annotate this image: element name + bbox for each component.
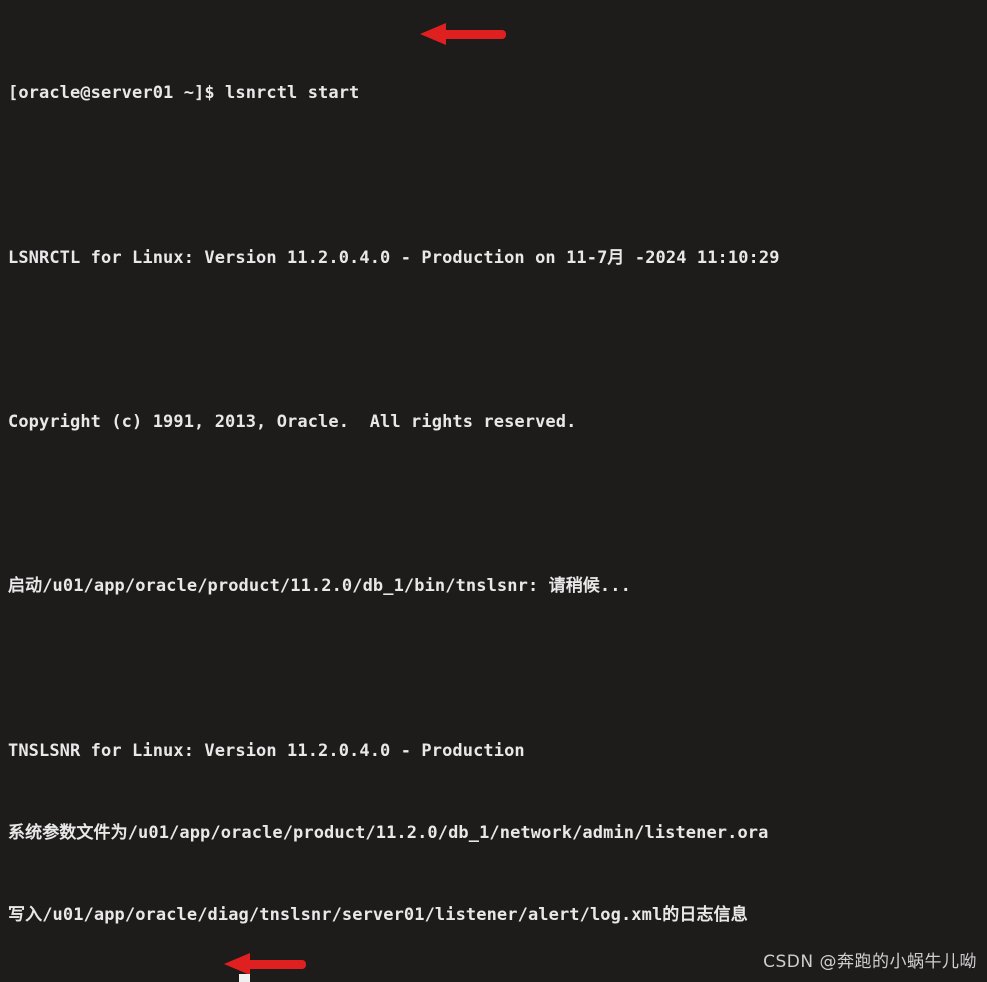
left-arrow-icon-top <box>420 23 506 45</box>
parameter-file-line: 系统参数文件为/u01/app/oracle/product/11.2.0/db… <box>8 823 769 844</box>
tnslsnr-version-line: TNSLSNR for Linux: Version 11.2.0.4.0 - … <box>8 740 525 761</box>
starting-tnslsnr-line: 启动/u01/app/oracle/product/11.2.0/db_1/bi… <box>8 576 631 597</box>
arrow-shaft <box>442 30 506 39</box>
terminal-window[interactable]: [oracle@server01 ~]$ lsnrctl start LSNRC… <box>0 0 987 982</box>
csdn-watermark: CSDN @奔跑的小蜗牛儿呦 <box>763 951 977 972</box>
prompt-line: [oracle@server01 ~]$ lsnrctl start <box>8 83 360 104</box>
arrow-shaft <box>246 960 306 969</box>
block-cursor <box>239 974 250 982</box>
banner-version-line: LSNRCTL for Linux: Version 11.2.0.4.0 - … <box>8 247 780 268</box>
copyright-line: Copyright (c) 1991, 2013, Oracle. All ri… <box>8 412 577 433</box>
terminal-screen: [oracle@server01 ~]$ lsnrctl start LSNRC… <box>8 0 987 982</box>
log-write-line: 写入/u01/app/oracle/diag/tnslsnr/server01/… <box>8 905 748 926</box>
left-arrow-icon-bottom <box>224 953 306 975</box>
